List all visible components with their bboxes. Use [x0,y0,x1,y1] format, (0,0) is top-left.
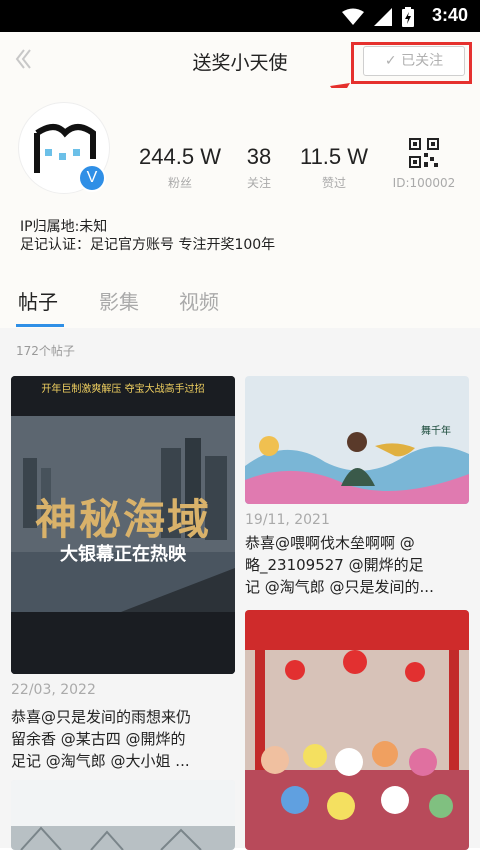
stat-fans-label: 粉丝 [167,176,192,190]
ip-location: IP归属地:未知 [20,219,108,235]
post-card[interactable]: 舞千年 19/11, 2021 恭喜@喂啊伐木垒啊啊 @ 略_23109527 … [245,376,469,608]
post-date: 22/03, 2022 [11,682,96,698]
signal-icon [374,8,392,26]
stat-fans-value: 244.5 W [139,144,221,169]
post-text-line: 恭喜@只是发间的雨想来仍 [11,708,192,726]
post-text-line: 略_23109527 @開烨的足 [245,556,424,574]
post-text: 恭喜@喂啊伐木垒啊啊 @ 略_23109527 @開烨的足 记 @淘气郎 @只是… [245,532,469,598]
post-logo-text: 舞千年 [421,426,451,437]
post-image[interactable] [245,610,469,850]
posts-section: 172个帖子 开年巨制激爽解压 夺宝大战高手过招 神秘海域 大银幕正在热映 22… [0,328,480,850]
stat-likes-label: 赞过 [321,176,346,190]
wifi-icon [342,8,364,25]
profile-info: IP归属地:未知 足记认证：足记官方账号 专注开奖100年 [20,218,275,254]
stat-fans[interactable]: 244.5 W 粉丝 [132,144,228,191]
verified-badge: V [78,164,106,192]
post-subtitle: 大银幕正在热映 [60,544,186,565]
post-title-art: 神秘海域 [34,495,211,544]
post-date: 19/11, 2021 [245,512,330,528]
status-time: 3:40 [431,5,468,25]
tab-posts[interactable]: 帖子 [18,286,58,315]
status-icons [342,7,414,27]
post-image-partial [11,780,235,850]
post-count: 172个帖子 [16,344,75,358]
stat-likes[interactable]: 11.5 W 赞过 [292,144,376,191]
post-image-festive [245,610,469,850]
battery-icon [402,7,414,27]
post-text-line: 恭喜@喂啊伐木垒啊啊 @ [245,534,415,552]
stat-following-value: 38 [246,144,272,169]
post-banner: 开年巨制激爽解压 夺宝大战高手过招 [41,384,205,395]
post-card[interactable]: 开年巨制激爽解压 夺宝大战高手过招 神秘海域 大银幕正在热映 22/03, 20… [11,376,235,776]
user-id: ID:100002 [392,176,456,190]
post-image[interactable]: 舞千年 [245,376,469,504]
certification: 足记认证：足记官方账号 专注开奖100年 [20,237,276,253]
post-text-line: 足记 @淘气郎 @大小姐 ... [11,752,190,770]
post-image-dance [245,376,469,504]
post-text-line: 记 @淘气郎 @只是发间的... [245,578,434,596]
tab-active-indicator [16,324,64,327]
tab-bar: 帖子 影集 视频 [0,272,480,328]
stat-following[interactable]: 38 关注 [236,144,282,191]
stat-following-label: 关注 [246,176,271,190]
follow-highlight-box [351,42,472,84]
post-text: 恭喜@只是发间的雨想来仍 留余香 @某古四 @開烨的 足记 @淘气郎 @大小姐 … [11,706,235,772]
tab-albums[interactable]: 影集 [99,286,139,315]
stat-likes-value: 11.5 W [299,144,369,169]
status-bar: 3:40 [0,0,480,32]
post-image[interactable] [11,780,235,850]
tab-videos[interactable]: 视频 [179,286,219,315]
qr-code-icon [409,138,439,168]
post-text-line: 留余香 @某古四 @開烨的 [11,730,186,748]
qr-code-button[interactable]: ID:100002 [392,138,456,190]
post-image[interactable]: 开年巨制激爽解压 夺宝大战高手过招 神秘海域 大银幕正在热映 [11,376,235,674]
